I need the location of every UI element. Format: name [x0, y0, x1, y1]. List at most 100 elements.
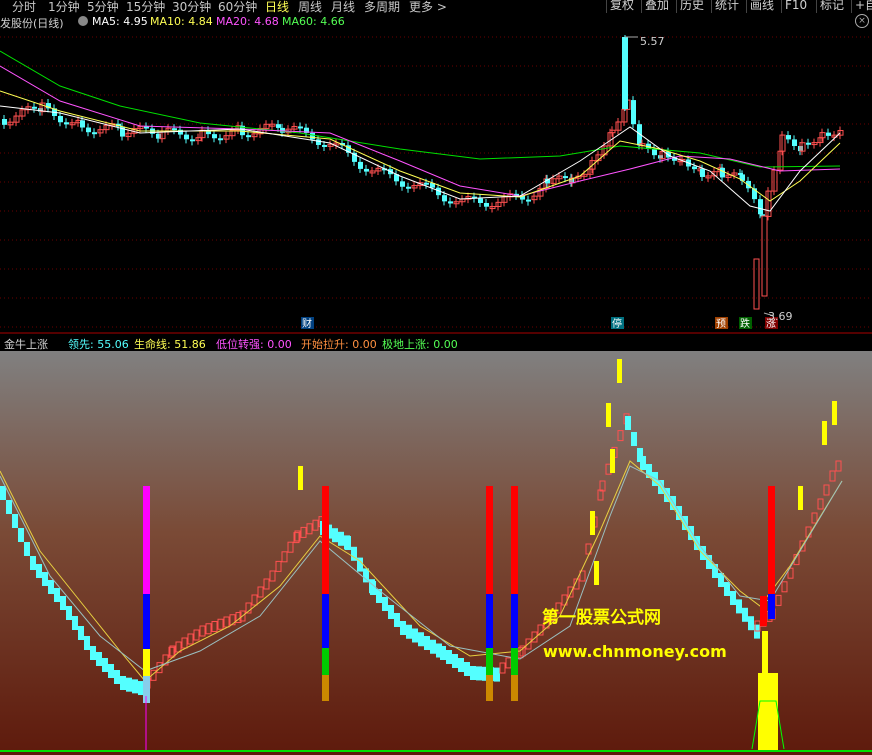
low-price-label: 3.69 — [768, 310, 793, 323]
ind-bar — [48, 580, 54, 594]
ind-bar — [0, 486, 6, 500]
period-multi[interactable]: 多周期 — [364, 0, 400, 15]
marker-ting: 停 — [612, 317, 622, 330]
period-1min[interactable]: 1分钟 — [48, 0, 80, 15]
ind-bar — [430, 639, 436, 654]
candle-body — [316, 139, 321, 145]
signal-column — [143, 486, 150, 594]
candle-body — [32, 106, 37, 109]
ind-bar — [748, 616, 754, 631]
period-5min[interactable]: 5分钟 — [87, 0, 119, 15]
peak-marker — [606, 403, 611, 427]
peak-marker — [594, 561, 599, 585]
period-60min[interactable]: 60分钟 — [218, 0, 257, 15]
candle-body — [652, 148, 657, 156]
ind-bar — [332, 528, 338, 543]
candle-body — [746, 180, 751, 189]
ind-bar — [412, 628, 418, 643]
candle-body — [631, 100, 636, 125]
ind-bar — [382, 597, 388, 611]
indicator-chart: 第一股票公式网 www.chnmoney.com — [0, 351, 872, 755]
ind-bar — [96, 652, 102, 666]
candle-body — [364, 168, 369, 172]
candle-body — [2, 119, 7, 125]
ind-bar — [424, 636, 430, 650]
period-day[interactable]: 日线 — [265, 0, 289, 15]
candle-body — [80, 120, 85, 128]
settings-circle-icon[interactable] — [78, 16, 88, 26]
ind-bar — [376, 589, 382, 603]
stats-button[interactable]: 统计 — [711, 0, 742, 13]
ind-bar — [108, 664, 114, 678]
signal-column — [511, 594, 518, 648]
candle-body — [761, 215, 768, 297]
ind-bar — [345, 536, 351, 550]
period-toolbar: 分时 1分钟 5分钟 15分钟 30分钟 60分钟 日线 周线 月线 多周期 更… — [0, 0, 872, 15]
overlay-button[interactable]: 叠加 — [641, 0, 672, 13]
ind-bar — [12, 514, 18, 528]
signal-column — [760, 596, 767, 626]
history-button[interactable]: 历史 — [676, 0, 707, 13]
candle-body — [64, 122, 69, 125]
shengming-label: 生命线: 51.86 — [134, 338, 206, 351]
candle-body — [184, 134, 189, 140]
price-legend: 发股份(日线) MA5: 4.95 MA10: 4.84 MA20: 4.68 … — [0, 14, 872, 31]
candle-body — [86, 127, 91, 133]
ind-bar — [742, 607, 748, 622]
candle-body — [406, 186, 411, 189]
period-week[interactable]: 周线 — [298, 0, 322, 15]
marker-die: 跌 — [740, 317, 750, 330]
mark-button[interactable]: 标记 — [816, 0, 847, 13]
signal-column — [511, 486, 518, 594]
candle-body — [442, 195, 447, 202]
f10-button[interactable]: F10 — [781, 0, 810, 13]
ind-bar — [6, 500, 12, 514]
ind-bar — [446, 650, 452, 664]
ind-bar — [730, 591, 736, 605]
fuquan-button[interactable]: 复权 — [606, 0, 637, 13]
ind-yellow-bar — [758, 673, 778, 751]
candle-body — [190, 139, 195, 142]
custom-button[interactable]: +自 — [851, 0, 872, 13]
peak-marker — [832, 401, 837, 425]
indicator-background — [0, 351, 872, 755]
ind-bar — [42, 572, 48, 586]
candle-body — [700, 168, 705, 177]
watermark-url: www.chnmoney.com — [543, 642, 727, 661]
period-month[interactable]: 月线 — [331, 0, 355, 15]
lingxian-label: 领先: 55.06 — [68, 338, 129, 351]
ind-bar — [126, 677, 132, 692]
candle-body — [563, 176, 568, 179]
ind-bar — [400, 621, 406, 635]
ind-bar — [54, 588, 60, 602]
watermark-title: 第一股票公式网 — [542, 607, 661, 628]
peak-marker — [822, 421, 827, 445]
period-15min[interactable]: 15分钟 — [126, 0, 165, 15]
period-more[interactable]: 更多 > — [409, 0, 447, 15]
candle-body — [92, 132, 97, 135]
signal-column — [486, 648, 493, 675]
signal-column — [768, 594, 775, 619]
ind-bar — [66, 606, 72, 620]
candle-body — [276, 124, 281, 128]
ma20-label: MA20: 4.68 — [216, 15, 279, 28]
candle-body — [526, 199, 531, 202]
draw-button[interactable]: 画线 — [746, 0, 777, 13]
marker-cai: 财 — [302, 317, 312, 330]
ind-bar — [388, 605, 394, 619]
indicator-name: 金牛上涨 — [4, 338, 48, 351]
period-30min[interactable]: 30分钟 — [172, 0, 211, 15]
close-icon[interactable]: × — [855, 14, 869, 28]
candle-body — [692, 166, 697, 170]
ind-bar — [640, 456, 646, 470]
candle-body — [792, 139, 797, 147]
candle-body — [806, 142, 811, 145]
period-fenshi[interactable]: 分时 — [12, 0, 36, 15]
candle-body — [58, 116, 63, 123]
candle-body — [358, 161, 363, 169]
jidi-label: 极地上涨: 0.00 — [382, 338, 458, 351]
ind-bar — [78, 626, 84, 640]
ind-bar — [120, 676, 126, 690]
high-price-label: 5.57 — [640, 35, 665, 48]
ind-bar — [631, 432, 637, 446]
